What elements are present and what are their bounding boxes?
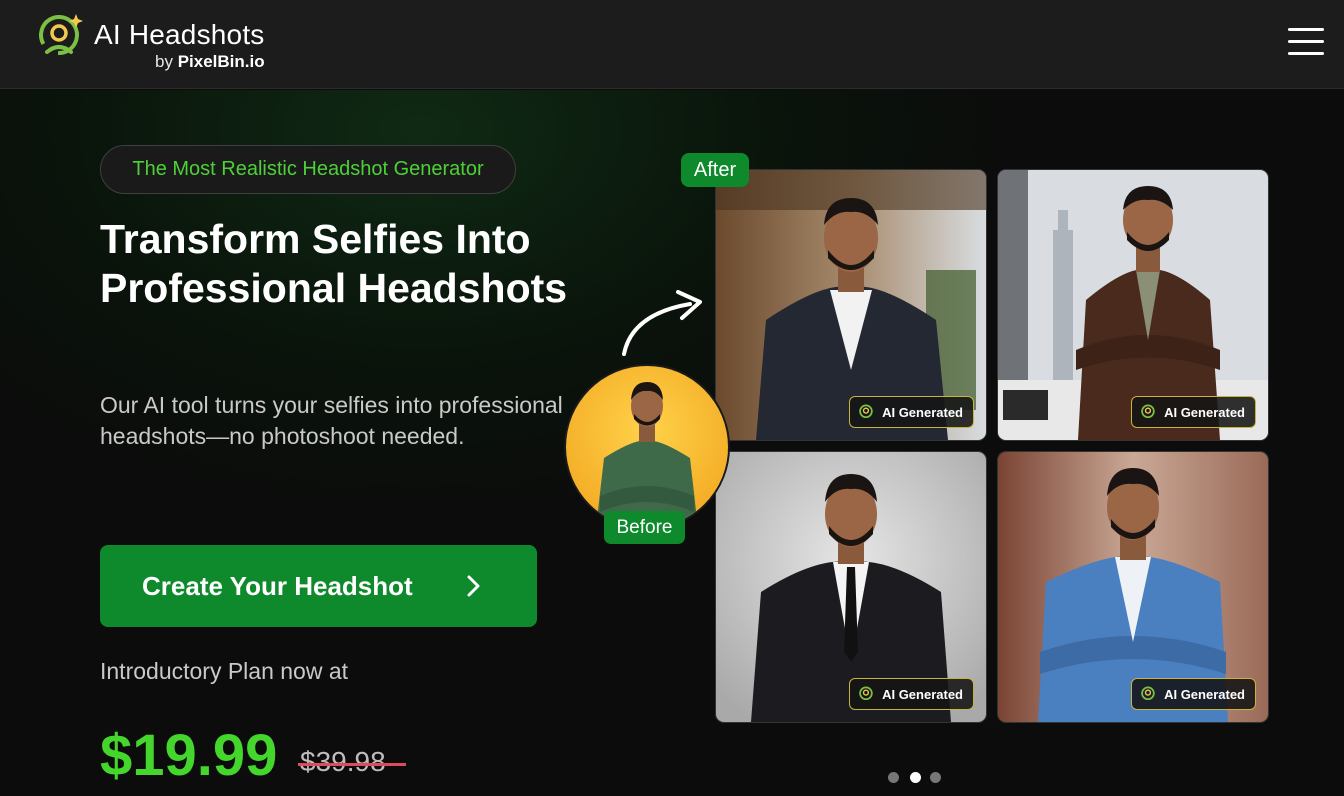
hero-description: Our AI tool turns your selfies into prof… (100, 392, 563, 449)
brand-subtitle: by PixelBin.io (155, 52, 265, 72)
ai-logo-icon (859, 686, 873, 701)
chevron-right-icon (467, 575, 480, 597)
ai-generated-badge: AI Generated (849, 396, 974, 428)
brand-logo[interactable]: AI Headshots by PixelBin.io (36, 12, 296, 76)
create-headshot-button[interactable]: Create Your Headshot (100, 545, 537, 627)
headshot-photo-city: AI Generated (998, 170, 1268, 440)
brand-by-text: by (155, 52, 173, 71)
ai-generated-label: AI Generated (1164, 404, 1245, 420)
ai-generated-badge: AI Generated (1131, 396, 1256, 428)
before-selfie-photo (564, 364, 730, 530)
original-price: $39.98 (300, 746, 386, 777)
hamburger-menu-icon[interactable] (1284, 24, 1324, 60)
brand-name: PixelBin.io (177, 52, 265, 71)
top-navigation-bar: AI Headshots by PixelBin.io (0, 0, 1344, 89)
ai-generated-badge: AI Generated (1131, 678, 1256, 710)
carousel-dot-3[interactable] (930, 772, 941, 783)
carousel-dot-1[interactable] (888, 772, 899, 783)
curved-arrow-icon (622, 290, 702, 356)
after-label: After (681, 153, 749, 187)
brand-title: AI Headshots (94, 19, 265, 50)
price-strikethrough (298, 763, 406, 766)
before-label: Before (604, 511, 685, 544)
carousel-dot-2[interactable] (910, 772, 921, 783)
selfie-image (566, 366, 728, 528)
carousel-pagination (886, 772, 946, 784)
ai-generated-label: AI Generated (882, 404, 963, 420)
ai-generated-badge: AI Generated (849, 678, 974, 710)
ai-headshots-logo-icon (38, 14, 83, 55)
ai-logo-icon (859, 404, 873, 419)
current-price: $19.99 (100, 723, 278, 788)
headshot-photo-street: AI Generated (998, 452, 1268, 722)
intro-plan-text: Introductory Plan now at (100, 658, 349, 684)
ai-logo-icon (1141, 686, 1155, 701)
create-headshot-label: Create Your Headshot (142, 570, 413, 601)
hero-tag-pill: The Most Realistic Headshot Generator (100, 145, 516, 194)
headshot-photo-office: AI Generated (716, 170, 986, 440)
headshot-photo-studio: AI Generated (716, 452, 986, 722)
hero-headline: Transform Selfies Into Professional Head… (100, 216, 568, 311)
ai-generated-label: AI Generated (882, 686, 963, 702)
ai-generated-label: AI Generated (1164, 686, 1245, 702)
ai-logo-icon (1141, 404, 1155, 419)
